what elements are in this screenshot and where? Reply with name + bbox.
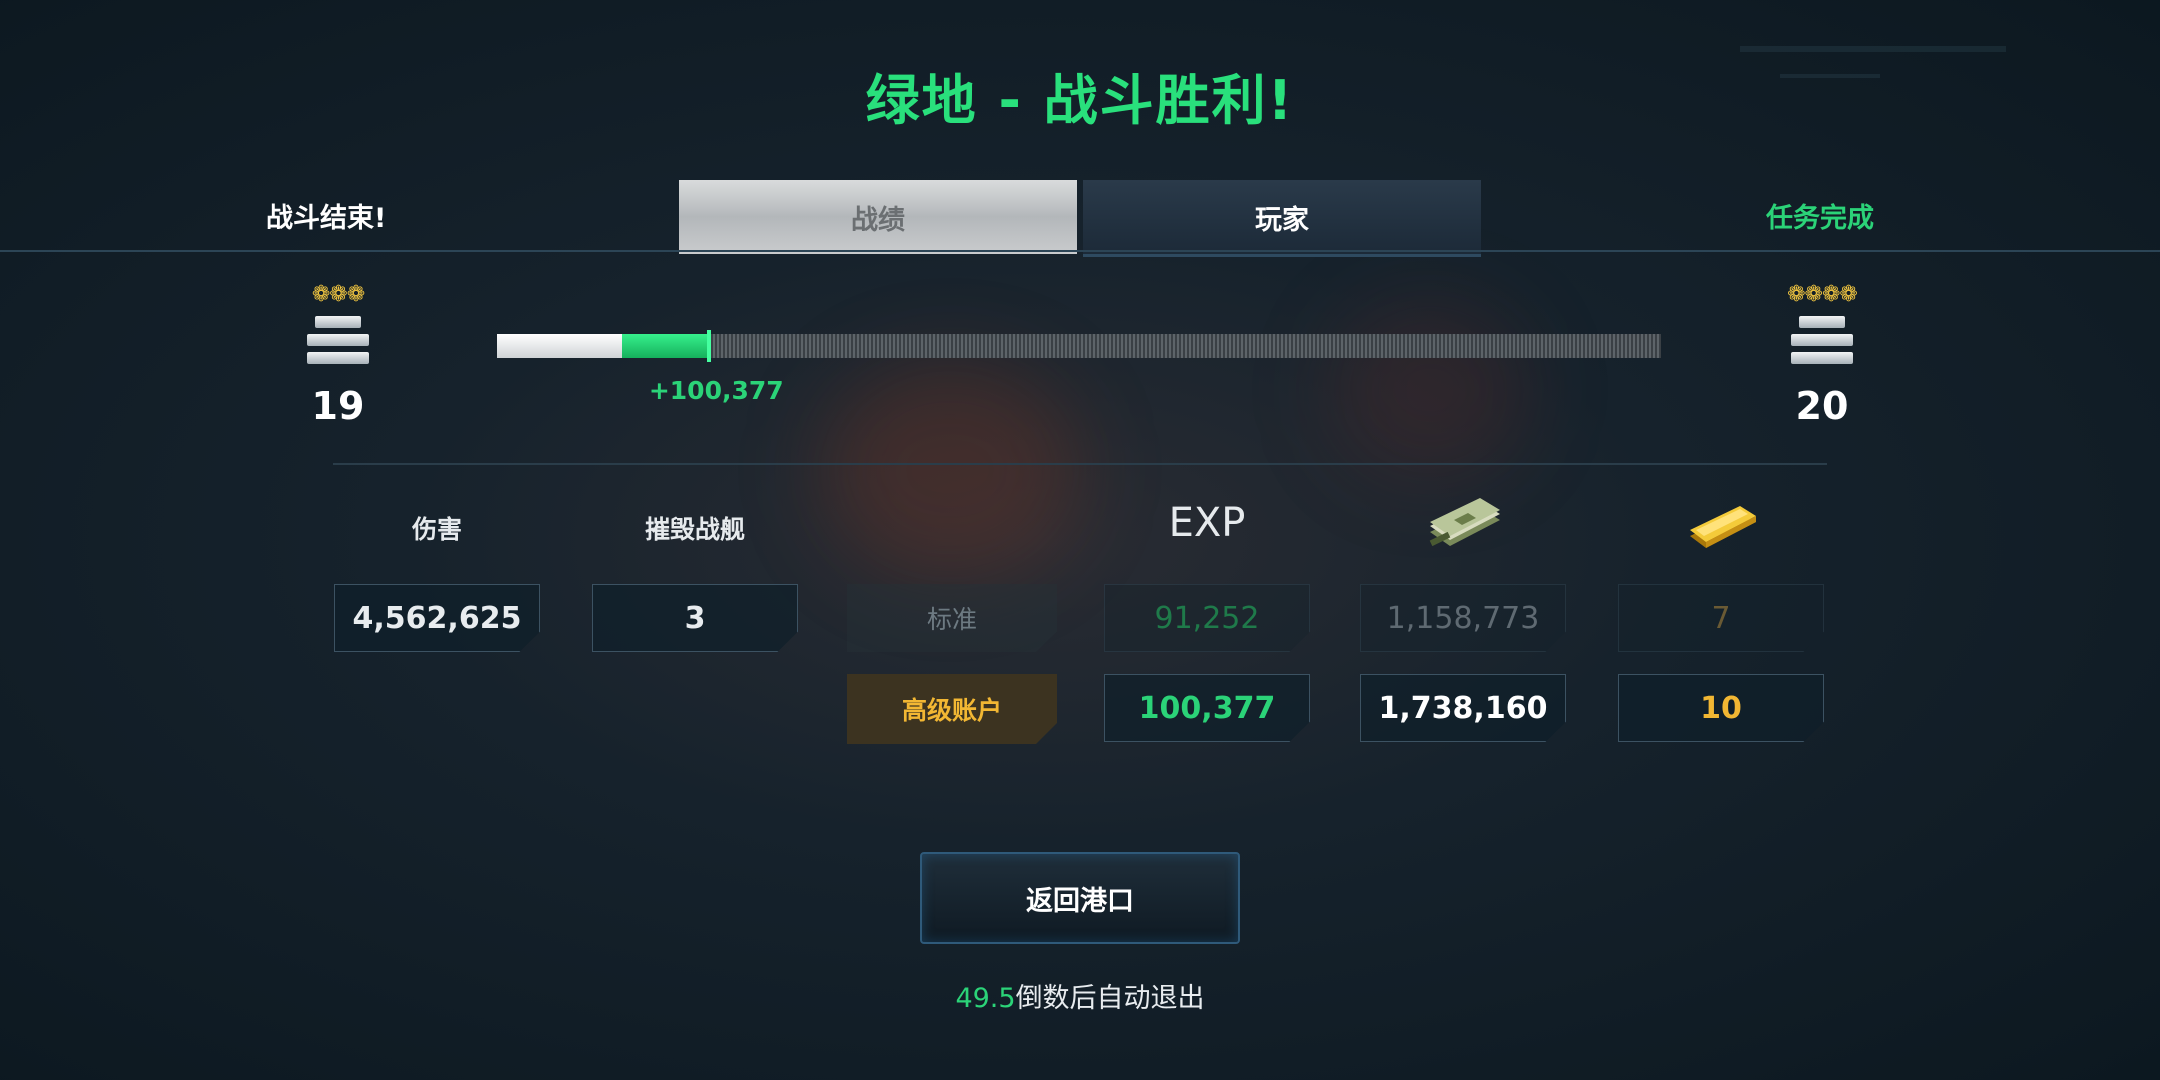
mission-complete-label: 任务完成	[1766, 203, 1874, 234]
exp-header: EXP	[1168, 500, 1246, 546]
section-divider	[333, 463, 1827, 465]
countdown-text: 倒数后自动退出	[1015, 983, 1205, 1014]
premium-exp-value: 100,377	[1104, 674, 1310, 742]
premium-account-label: 高级账户	[847, 674, 1057, 744]
standard-cash-value: 1,158,773	[1360, 584, 1566, 652]
xp-gained-fill	[621, 334, 709, 358]
background-glow	[1330, 300, 1530, 480]
rank-stars-icon: ❁❁❁❁	[1787, 282, 1858, 307]
premium-gold-value: 10	[1618, 674, 1824, 742]
premium-cash-value: 1,738,160	[1360, 674, 1566, 742]
standard-exp-value: 91,252	[1104, 584, 1310, 652]
tab-stats[interactable]: 战绩	[679, 180, 1077, 254]
auto-exit-countdown: 49.5倒数后自动退出	[0, 976, 2160, 1015]
standard-label: 标准	[847, 584, 1057, 652]
ships-destroyed-header: 摧毁战舰	[644, 515, 745, 544]
countdown-seconds: 49.5	[955, 983, 1016, 1014]
xp-gained-label: +100,377	[648, 376, 784, 405]
rank-insignia-icon	[1791, 316, 1853, 364]
ships-destroyed-value: 3	[592, 584, 798, 652]
return-to-port-button[interactable]: 返回港口	[920, 852, 1240, 944]
current-rank: ❁❁❁ 19	[278, 282, 398, 428]
background-line	[1740, 46, 2006, 52]
next-rank-level: 20	[1795, 384, 1849, 428]
header-divider	[0, 250, 2160, 252]
rank-stars-icon: ❁❁❁	[311, 282, 365, 307]
damage-header: 伤害	[411, 515, 462, 544]
xp-progress-bar	[497, 330, 1661, 362]
battle-over-label: 战斗结束!	[266, 203, 387, 234]
current-rank-level: 19	[311, 384, 365, 428]
next-rank: ❁❁❁❁ 20	[1762, 282, 1882, 428]
standard-gold-value: 7	[1618, 584, 1824, 652]
gold-bar-icon	[1690, 506, 1756, 548]
xp-progress-marker	[706, 330, 711, 362]
damage-value: 4,562,625	[334, 584, 540, 652]
tab-players[interactable]: 玩家	[1083, 180, 1481, 257]
battle-result-title: 绿地 - 战斗胜利!	[865, 69, 1295, 132]
rank-insignia-icon	[307, 316, 369, 364]
background-glow	[820, 360, 1080, 580]
cash-stack-icon	[1429, 498, 1500, 547]
xp-previous-fill	[497, 334, 622, 358]
